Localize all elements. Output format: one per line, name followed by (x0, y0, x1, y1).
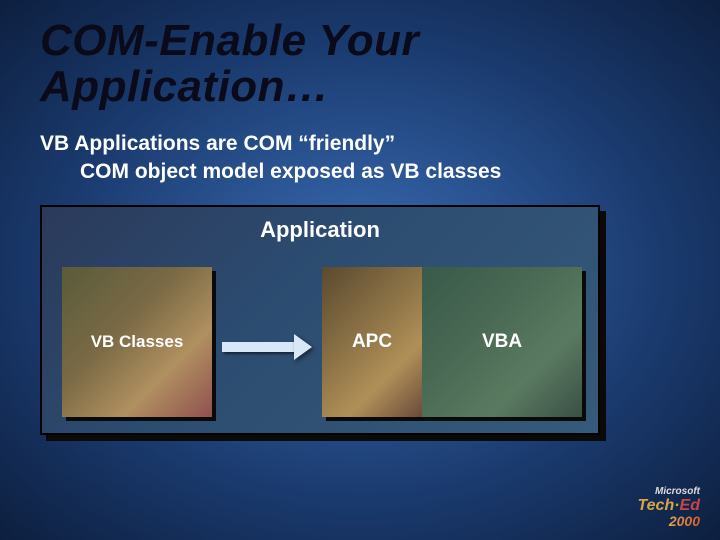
logo-brand: Tech·Ed (637, 498, 700, 514)
logo-year: 2000 (637, 514, 700, 528)
apc-box: APC (322, 267, 422, 417)
arrow-icon (222, 337, 312, 357)
slide-title: COM-Enable Your Application… (0, 0, 720, 120)
application-label: Application (42, 207, 598, 243)
vb-classes-box: VB Classes (62, 267, 212, 417)
body-line-1: VB Applications are COM “friendly” (40, 132, 395, 155)
teched-logo: Microsoft Tech·Ed 2000 (637, 487, 700, 528)
application-box: Application VB Classes APC VBA (40, 205, 600, 435)
vba-box: VBA (422, 267, 582, 417)
body-line-2: COM object model exposed as VB classes (40, 158, 690, 185)
logo-vendor: Microsoft (637, 487, 700, 497)
diagram: Application VB Classes APC VBA (40, 205, 680, 455)
body-text: VB Applications are COM “friendly” COM o… (0, 120, 720, 195)
